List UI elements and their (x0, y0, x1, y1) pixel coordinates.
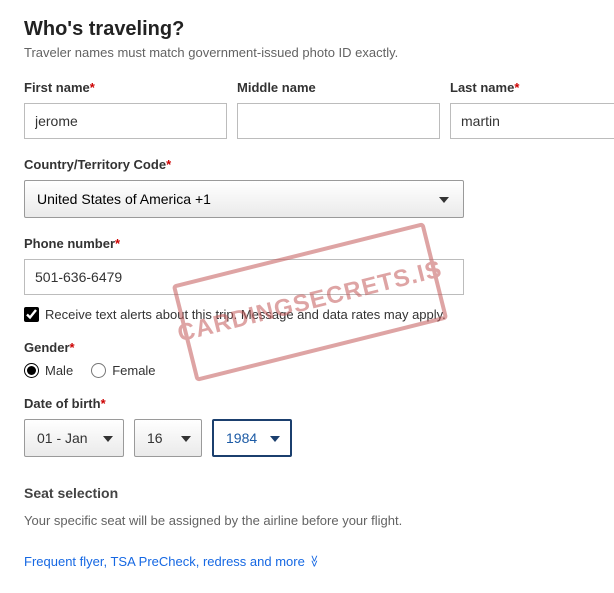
country-code-label: Country/Territory Code* (24, 157, 590, 172)
country-code-select[interactable]: United States of America +1 (24, 180, 464, 218)
chevron-down-icon (311, 557, 318, 567)
middle-name-label: Middle name (237, 80, 440, 95)
gender-female-label: Female (112, 363, 155, 378)
dob-day-select[interactable]: 16 (134, 419, 202, 457)
gender-male-label: Male (45, 363, 73, 378)
page-subtext: Traveler names must match government-iss… (24, 45, 590, 60)
gender-female-radio[interactable] (91, 363, 106, 378)
first-name-label: First name* (24, 80, 227, 95)
seat-selection-heading: Seat selection (24, 485, 590, 501)
first-name-input[interactable] (24, 103, 227, 139)
dob-year-select[interactable]: 1984 (212, 419, 292, 457)
seat-selection-text: Your specific seat will be assigned by t… (24, 513, 590, 528)
dob-label: Date of birth* (24, 396, 590, 411)
last-name-label: Last name* (450, 80, 614, 95)
text-alerts-label: Receive text alerts about this trip. Mes… (45, 307, 446, 322)
phone-number-label: Phone number* (24, 236, 590, 251)
dob-month-select[interactable]: 01 - Jan (24, 419, 124, 457)
gender-label: Gender* (24, 340, 590, 355)
frequent-flyer-link[interactable]: Frequent flyer, TSA PreCheck, redress an… (24, 554, 318, 569)
gender-male-radio[interactable] (24, 363, 39, 378)
page-title: Who's traveling? (24, 18, 590, 41)
middle-name-input[interactable] (237, 103, 440, 139)
text-alerts-checkbox[interactable] (24, 307, 39, 322)
last-name-input[interactable] (450, 103, 614, 139)
phone-number-input[interactable] (24, 259, 464, 295)
